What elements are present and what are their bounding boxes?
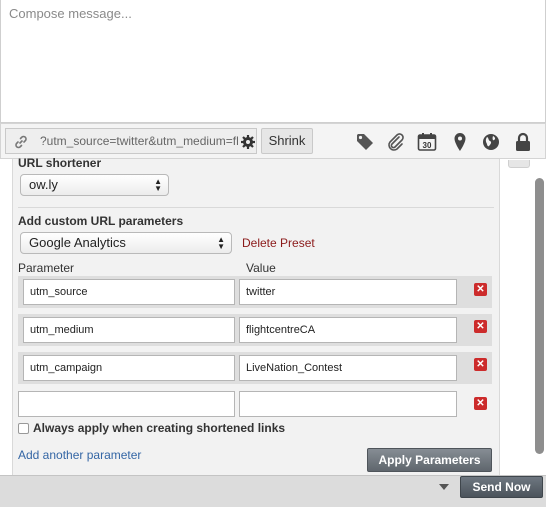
url-shortener-selected: ow.ly — [29, 177, 58, 192]
parameter-input[interactable] — [18, 391, 235, 417]
parameter-input[interactable]: utm_campaign — [23, 355, 235, 381]
custom-params-heading: Add custom URL parameters — [18, 214, 184, 228]
url-shortener-label: URL shortener — [18, 156, 102, 170]
remove-row-icon[interactable]: ✕ — [474, 283, 487, 296]
value-column-header: Value — [246, 261, 276, 275]
url-shortener-select[interactable]: ow.ly ▲ ▼ — [20, 174, 169, 196]
always-apply-label: Always apply when creating shortened lin… — [33, 421, 286, 435]
add-another-parameter-link[interactable]: Add another parameter — [18, 448, 141, 462]
preset-selected: Google Analytics — [29, 235, 126, 250]
link-toolbar: ?utm_source=twitter&utm_medium=fl Shrink — [0, 123, 546, 159]
calendar-icon[interactable]: 30 — [417, 132, 437, 152]
shrink-button[interactable]: Shrink — [261, 128, 313, 154]
always-apply-checkbox[interactable] — [18, 423, 29, 434]
calendar-day: 30 — [423, 141, 432, 150]
url-value: ?utm_source=twitter&utm_medium=fl — [40, 134, 238, 148]
send-options-dropdown-icon[interactable] — [439, 484, 449, 490]
compose-placeholder: Compose message... — [9, 6, 132, 21]
preset-select[interactable]: Google Analytics ▲ ▼ — [20, 232, 232, 254]
select-arrows-icon: ▲ ▼ — [217, 235, 225, 251]
value-input[interactable]: LiveNation_Contest — [239, 355, 457, 381]
value-input[interactable] — [239, 391, 457, 417]
apply-parameters-button[interactable]: Apply Parameters — [367, 448, 492, 472]
value-input[interactable]: flightcentreCA — [239, 317, 457, 343]
tag-icon[interactable] — [355, 132, 375, 152]
section-divider — [18, 207, 494, 208]
url-input[interactable]: ?utm_source=twitter&utm_medium=fl — [5, 128, 257, 154]
select-arrows-icon: ▲ ▼ — [154, 177, 162, 193]
paperclip-icon[interactable] — [386, 132, 406, 152]
globe-icon[interactable] — [481, 132, 501, 152]
send-now-button[interactable]: Send Now — [460, 476, 543, 498]
delete-preset-link[interactable]: Delete Preset — [242, 236, 315, 250]
panel-toggle-tab[interactable] — [508, 160, 530, 168]
parameter-input[interactable]: utm_medium — [23, 317, 235, 343]
parameter-column-header: Parameter — [18, 261, 75, 275]
scrollbar-thumb[interactable] — [535, 178, 544, 454]
remove-row-icon[interactable]: ✕ — [474, 320, 487, 333]
lock-icon[interactable] — [513, 132, 533, 152]
value-input[interactable]: twitter — [239, 279, 457, 305]
remove-row-icon[interactable]: ✕ — [474, 358, 487, 371]
compose-window: Compose message... ?utm_source=twitter&u… — [0, 0, 546, 507]
parameter-input[interactable]: utm_source — [23, 279, 235, 305]
compose-message-area[interactable]: Compose message... — [0, 0, 546, 123]
location-pin-icon[interactable] — [450, 132, 470, 152]
remove-row-icon[interactable]: ✕ — [474, 397, 487, 410]
link-icon — [15, 135, 27, 149]
gear-icon[interactable] — [240, 134, 256, 150]
